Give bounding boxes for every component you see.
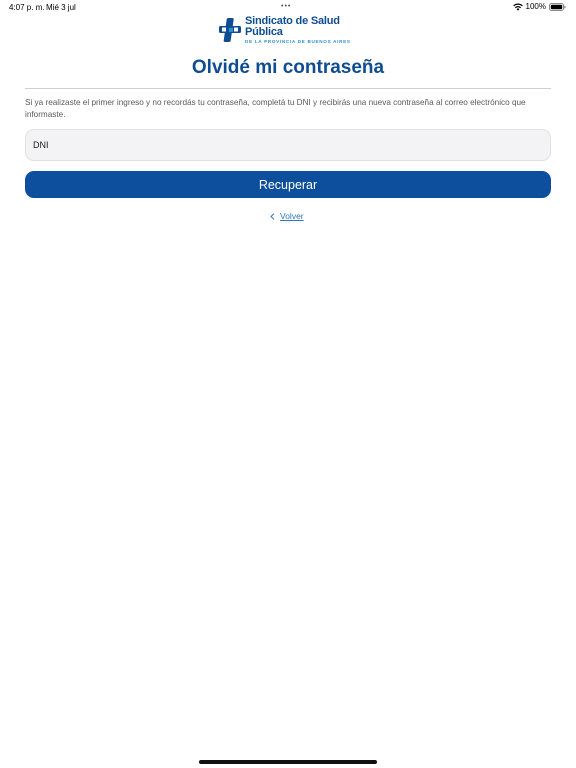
recover-button[interactable]: Recuperar <box>25 171 551 198</box>
title-divider <box>25 88 551 89</box>
status-date: Mié 3 jul <box>46 3 76 12</box>
instructions-text: Si ya realizaste el primer ingreso y no … <box>25 98 526 119</box>
logo-text: Sindicato de Salud Pública DE LA PROVINC… <box>245 14 360 45</box>
brand-logo: Sindicato de Salud Pública DE LA PROVINC… <box>218 14 360 45</box>
wifi-icon <box>512 3 523 11</box>
logo-title: Sindicato de Salud Pública <box>245 14 340 38</box>
dni-input[interactable] <box>33 130 533 160</box>
back-label[interactable]: Volver <box>280 211 304 221</box>
dni-field[interactable] <box>25 129 551 161</box>
status-bar: 4:07 p. m. Mié 3 jul ••• 100% <box>0 0 576 14</box>
chevron-left-icon <box>270 212 275 220</box>
battery-icon <box>549 2 566 11</box>
logo-subtitle: DE LA PROVINCIA DE BUENOS AIRES <box>245 38 351 44</box>
back-link[interactable]: Volver <box>270 211 304 221</box>
multitasking-dots[interactable]: ••• <box>281 3 291 10</box>
status-time: 4:07 p. m. <box>9 3 45 12</box>
battery-percentage: 100% <box>525 2 546 11</box>
page-title: Olvidé mi contraseña <box>191 57 385 78</box>
home-indicator[interactable] <box>199 760 377 764</box>
status-indicators: 100% <box>512 2 566 11</box>
logo-mark-icon <box>219 18 241 42</box>
